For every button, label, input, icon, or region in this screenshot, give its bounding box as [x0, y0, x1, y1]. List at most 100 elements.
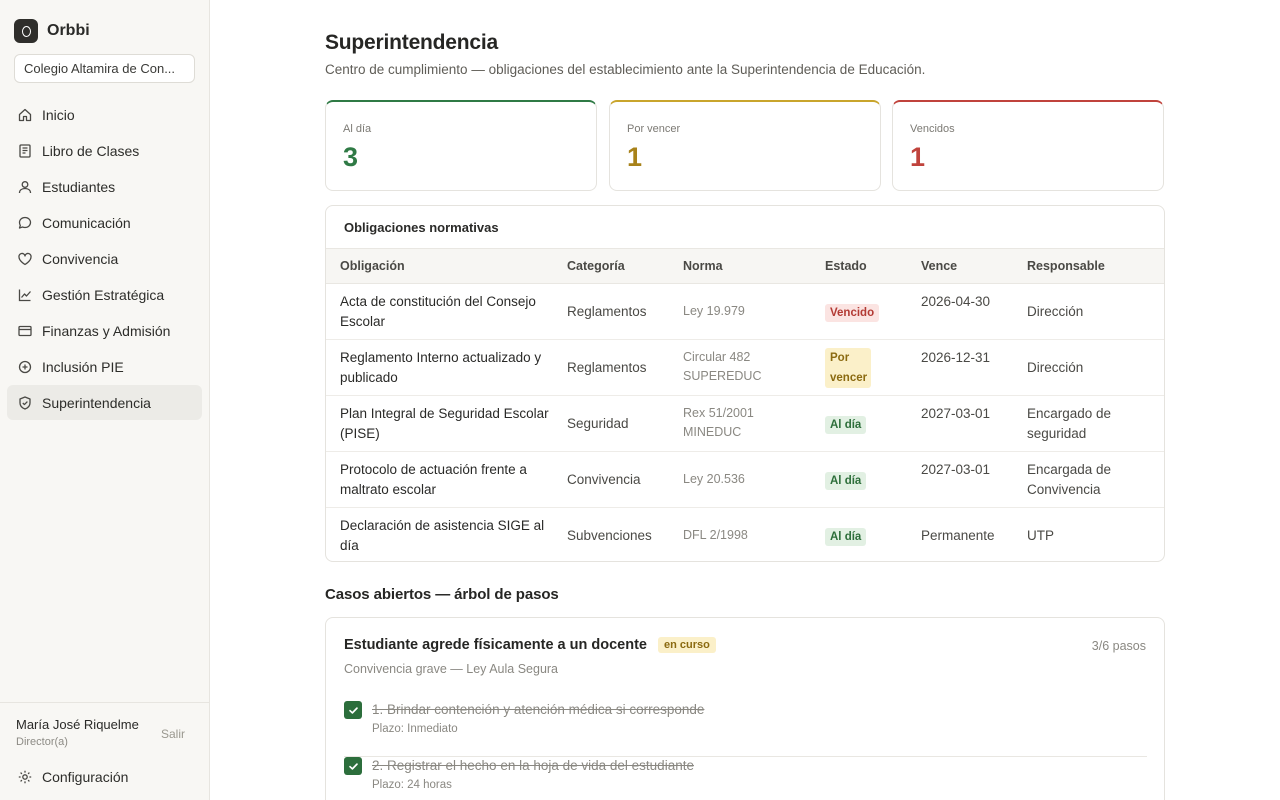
status-badge: Al día: [825, 472, 867, 490]
plus-circle-icon: [17, 359, 33, 375]
case-status-badge: en curso: [658, 637, 716, 653]
logout-link[interactable]: Salir: [161, 727, 185, 741]
chat-icon: [17, 215, 33, 231]
sidebar-item-libro-de-clases[interactable]: Libro de Clases: [7, 133, 202, 168]
step-checkbox[interactable]: [344, 757, 362, 775]
app-name: Orbbi: [47, 22, 90, 39]
brand[interactable]: Orbbi: [14, 19, 90, 43]
kpi-value: 3: [343, 142, 359, 172]
cell-categoria: Reglamentos: [567, 304, 647, 319]
check-icon: [348, 762, 358, 770]
sidebar-item-label: Gestión Estratégica: [42, 286, 165, 303]
cell-vence: Permanente: [921, 528, 995, 543]
gear-icon: [17, 769, 33, 785]
status-badge: Vencido: [825, 304, 880, 322]
case-progress: 3/6 pasos: [1091, 639, 1146, 653]
sidebar-item-inclusion-pie[interactable]: Inclusión PIE: [7, 349, 202, 384]
column-header-responsable[interactable]: Responsable: [1027, 259, 1105, 273]
table-header: Obligación Categoría Norma Estado Vence …: [326, 248, 1164, 284]
cell-responsable: UTP: [1027, 528, 1054, 543]
cell-norma: Circular 482 SUPEREDUC: [683, 350, 762, 383]
book-icon: [17, 143, 33, 159]
sidebar-item-label: Finanzas y Admisión: [42, 322, 171, 339]
school-selector[interactable]: Colegio Altamira de Con...: [14, 54, 195, 83]
shield-icon: [17, 395, 33, 411]
kpi-vencidos: Vencidos 1: [892, 100, 1164, 191]
column-header-norma[interactable]: Norma: [683, 259, 723, 273]
sidebar-item-label: Libro de Clases: [42, 142, 140, 159]
column-header-categoria[interactable]: Categoría: [567, 259, 625, 273]
cell-norma: Ley 20.536: [683, 472, 745, 486]
orbbi-logo-icon: [14, 19, 38, 43]
sidebar-item-comunicacion[interactable]: Comunicación: [7, 205, 202, 240]
cell-responsable: Dirección: [1027, 360, 1084, 375]
cell-norma: Rex 51/2001 MINEDUC: [683, 406, 754, 439]
column-header-estado[interactable]: Estado: [825, 259, 867, 273]
table-row[interactable]: Acta de constitución del Consejo Escolar…: [326, 284, 1164, 340]
kpi-value: 1: [627, 142, 643, 172]
table-row[interactable]: Reglamento Interno actualizado y publica…: [326, 340, 1164, 396]
cell-vence: 2027-03-01: [921, 406, 991, 421]
sidebar-item-label: Convivencia: [42, 250, 119, 267]
cell-categoria: Convivencia: [567, 472, 641, 487]
step-checkbox[interactable]: [344, 701, 362, 719]
column-header-obligacion[interactable]: Obligación: [340, 259, 405, 273]
status-badge: Al día: [825, 528, 867, 546]
cell-categoria: Reglamentos: [567, 360, 647, 375]
sidebar: Orbbi Colegio Altamira de Con... Inicio …: [0, 0, 210, 800]
sidebar-item-label: Inicio: [42, 106, 75, 123]
kpi-label: Por vencer: [627, 123, 681, 135]
cases-section-title: Casos abiertos — árbol de pasos: [325, 586, 559, 603]
kpi-value: 1: [910, 142, 926, 172]
status-badge: Al día: [825, 416, 867, 434]
user-icon: [17, 179, 33, 195]
cell-obligacion: Protocolo de actuación frente a maltrato…: [340, 462, 527, 497]
cell-responsable: Dirección: [1027, 304, 1084, 319]
chart-icon: [17, 287, 33, 303]
sidebar-item-label: Superintendencia: [42, 394, 151, 411]
kpi-por-vencer: Por vencer 1: [609, 100, 881, 191]
cell-obligacion: Declaración de asistencia SIGE al día: [340, 518, 545, 553]
sidebar-item-finanzas-admision[interactable]: Finanzas y Admisión: [7, 313, 202, 348]
step-deadline: Plazo: 24 horas: [372, 779, 452, 791]
case-step: 2. Registrar el hecho en la hoja de vida…: [344, 757, 1147, 800]
kpi-label: Al día: [343, 123, 372, 135]
cell-categoria: Seguridad: [567, 416, 629, 431]
table-row[interactable]: Declaración de asistencia SIGE al día Su…: [326, 508, 1164, 561]
column-header-vence[interactable]: Vence: [921, 259, 957, 273]
case-card[interactable]: Estudiante agrede físicamente a un docen…: [325, 617, 1165, 800]
step-text: 2. Registrar el hecho en la hoja de vida…: [372, 758, 694, 773]
home-icon: [17, 107, 33, 123]
card-icon: [17, 323, 33, 339]
page-title: Superintendencia: [325, 31, 499, 54]
sidebar-item-superintendencia[interactable]: Superintendencia: [7, 385, 202, 420]
sidebar-item-estudiantes[interactable]: Estudiantes: [7, 169, 202, 204]
settings-label: Configuración: [42, 769, 129, 785]
table-row[interactable]: Protocolo de actuación frente a maltrato…: [326, 452, 1164, 508]
case-step: 1. Brindar contención y atención médica …: [344, 701, 1147, 757]
sidebar-item-gestion-estrategica[interactable]: Gestión Estratégica: [7, 277, 202, 312]
kpi-al-dia: Al día 3: [325, 100, 597, 191]
kpi-label: Vencidos: [910, 123, 955, 135]
sidebar-item-label: Inclusión PIE: [42, 358, 124, 375]
heart-icon: [17, 251, 33, 267]
obligations-title: Obligaciones normativas: [344, 220, 499, 235]
cell-vence: 2026-12-31: [921, 350, 991, 365]
cell-norma: Ley 19.979: [683, 304, 745, 318]
table-row[interactable]: Plan Integral de Seguridad Escolar (PISE…: [326, 396, 1164, 452]
sidebar-footer: María José Riquelme Director(a) Salir Co…: [0, 702, 209, 800]
cell-vence: 2027-03-01: [921, 462, 991, 477]
sidebar-item-convivencia[interactable]: Convivencia: [7, 241, 202, 276]
sidebar-item-inicio[interactable]: Inicio: [7, 97, 202, 132]
status-badge: Por vencer: [825, 348, 871, 388]
cell-categoria: Subvenciones: [567, 528, 652, 543]
settings-link[interactable]: Configuración: [7, 761, 202, 793]
cell-norma: DFL 2/1998: [683, 528, 748, 542]
sidebar-item-label: Comunicación: [42, 214, 131, 231]
cell-responsable: Encargado de seguridad: [1027, 406, 1112, 441]
cell-vence: 2026-04-30: [921, 294, 991, 309]
check-icon: [348, 706, 358, 714]
cell-obligacion: Reglamento Interno actualizado y publica…: [340, 350, 542, 385]
page-subtitle: Centro de cumplimiento — obligaciones de…: [325, 62, 926, 77]
case-subtitle: Convivencia grave — Ley Aula Segura: [344, 662, 559, 676]
